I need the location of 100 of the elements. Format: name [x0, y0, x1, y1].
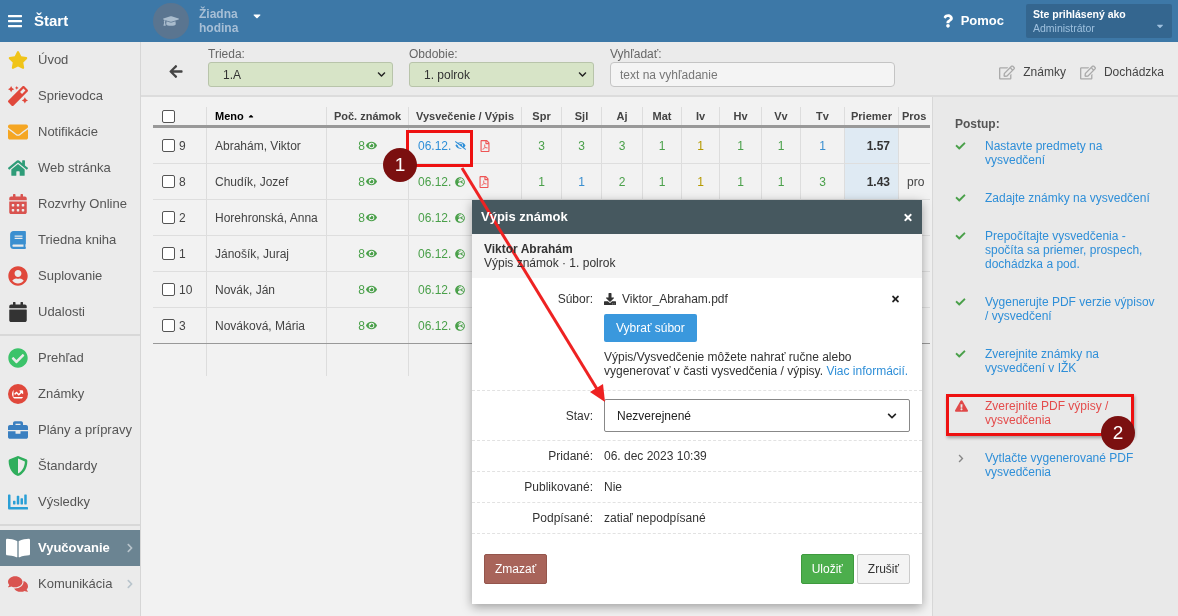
chat-icon: [8, 574, 28, 594]
column-header[interactable]: Hv: [720, 107, 762, 125]
grade-cell: 3: [522, 128, 562, 163]
chevron-right-icon: [126, 543, 134, 553]
filter-label: Obdobie:: [409, 46, 459, 62]
column-header[interactable]: Vv: [762, 107, 801, 125]
dialog-button[interactable]: Zrušiť: [856, 554, 910, 584]
table-cell: Horehronská, Anna: [207, 200, 327, 235]
checkbox[interactable]: [162, 139, 175, 152]
status-select[interactable]: Nezverejnené: [604, 399, 910, 432]
grade-cell: 1: [682, 164, 720, 199]
column-header[interactable]: Priemer: [845, 107, 899, 125]
row-number: 8: [179, 173, 186, 191]
chevron-right-icon: [126, 579, 134, 589]
sidebar-item[interactable]: Vyučovanie: [0, 530, 140, 566]
sidebar-item[interactable]: Známky: [0, 376, 140, 412]
column-header[interactable]: Iv: [682, 107, 720, 125]
column-header[interactable]: Pros: [899, 107, 930, 125]
more-info-link[interactable]: Viac informácií.: [826, 364, 909, 378]
column-header[interactable]: Meno: [207, 107, 327, 125]
sidebar-item[interactable]: Plány a prípravy: [0, 412, 140, 448]
sidebar-item[interactable]: Sprievodca: [0, 78, 140, 114]
wand-icon: [8, 86, 28, 106]
bar-chart-icon: [8, 492, 28, 512]
grade-cell: 3: [602, 128, 643, 163]
column-header[interactable]: Poč. známok: [327, 107, 409, 125]
help-text: Výpis/Vysvedčenie môžete nahrať ručne alebo vygenerovať v časti vysvedčenia / výpisy. Viac informácií.: [604, 350, 910, 378]
checkbox[interactable]: [162, 283, 175, 296]
globe-icon: [455, 176, 466, 187]
sidebar-item[interactable]: Notifikácie: [0, 114, 140, 150]
dialog-button[interactable]: Zmazať: [484, 554, 548, 584]
remove-icon[interactable]: [891, 294, 900, 304]
grade-cell: 1: [643, 164, 682, 199]
book-icon: [9, 231, 27, 249]
help-link[interactable]: Pomoc: [942, 11, 1004, 31]
user-icon: [8, 266, 28, 286]
eye-icon: [365, 176, 377, 187]
check-icon: [955, 193, 966, 203]
checkbox[interactable]: [162, 211, 175, 224]
chevron-right-icon: [958, 454, 964, 463]
grade-cell: 1: [562, 164, 602, 199]
column-header[interactable]: Mat: [643, 107, 682, 125]
column-header[interactable]: Vysvečenie / Výpis: [409, 107, 522, 125]
back-arrow-icon[interactable]: [168, 64, 184, 79]
sidebar-item[interactable]: Prehľad: [0, 340, 140, 376]
sidebar-item[interactable]: Výsledky: [0, 484, 140, 520]
sidebar-item[interactable]: Rozvrhy Online: [0, 186, 140, 222]
row-number: 3: [179, 317, 186, 335]
search-field[interactable]: text na vyhľadanie: [610, 62, 895, 87]
start-menu-button[interactable]: Štart: [0, 9, 141, 33]
house-icon: [8, 158, 28, 178]
search-label: Vyhľadať:: [610, 46, 663, 62]
column-header[interactable]: Tv: [801, 107, 845, 125]
globe-icon: [455, 248, 466, 259]
edit-icon: [999, 64, 1016, 80]
sidebar-item[interactable]: Úvod: [0, 42, 140, 78]
checkbox[interactable]: [162, 175, 175, 188]
sidebar-item[interactable]: Udalosti: [0, 294, 140, 330]
sidebar-item[interactable]: Komunikácia: [0, 566, 140, 602]
column-header[interactable]: Spr: [522, 107, 562, 125]
table-cell: Jánošík, Juraj: [207, 236, 327, 271]
check-icon: [955, 231, 966, 241]
user-caption: Ste prihlásený ako: [1033, 7, 1127, 21]
sidebar-item[interactable]: Štandardy: [0, 448, 140, 484]
checkbox[interactable]: [162, 109, 175, 123]
field-label: Stav:: [564, 407, 593, 425]
filter-select[interactable]: 1.A: [208, 62, 393, 87]
checkbox[interactable]: [162, 247, 175, 260]
calendar-icon: [8, 302, 28, 322]
pdf-icon[interactable]: [480, 139, 491, 152]
field-label: Pridané:: [547, 448, 593, 465]
check-icon: [955, 297, 966, 307]
close-icon[interactable]: [903, 211, 913, 223]
eye-icon: [365, 248, 377, 259]
table-cell-text: pro: [906, 173, 926, 191]
eye-slash-icon: [455, 140, 467, 151]
sidebar-item[interactable]: Web stránka: [0, 150, 140, 186]
column-header[interactable]: Aj: [602, 107, 643, 125]
open-book-icon: [6, 537, 30, 559]
grade-cell: 1: [762, 128, 801, 163]
filter-select[interactable]: 1. polrok: [409, 62, 594, 87]
sidebar-item[interactable]: Suplovanie: [0, 258, 140, 294]
check-icon: [955, 349, 966, 359]
checkbox[interactable]: [162, 319, 175, 332]
grade-cell: 1: [522, 164, 562, 199]
column-header[interactable]: Sjl: [562, 107, 602, 125]
download-icon: [604, 293, 616, 305]
chevron-down-icon: [578, 70, 587, 79]
field-label: Podpísané:: [531, 510, 593, 527]
globe-icon: [455, 212, 466, 223]
warning-icon: [955, 400, 968, 412]
toolbar-action[interactable]: Známky: [999, 63, 1066, 81]
file-name[interactable]: Viktor_Abraham.pdf: [622, 290, 885, 308]
sidebar-item[interactable]: Triedna kniha: [0, 222, 140, 258]
user-menu[interactable]: Ste prihlásený ako Administrátor: [1026, 4, 1172, 38]
menu-icon: [6, 13, 24, 29]
eye-icon: [365, 284, 377, 295]
average-cell: 1.43: [845, 164, 899, 199]
toolbar-action[interactable]: Dochádzka: [1079, 63, 1164, 81]
pdf-icon[interactable]: [479, 175, 490, 188]
